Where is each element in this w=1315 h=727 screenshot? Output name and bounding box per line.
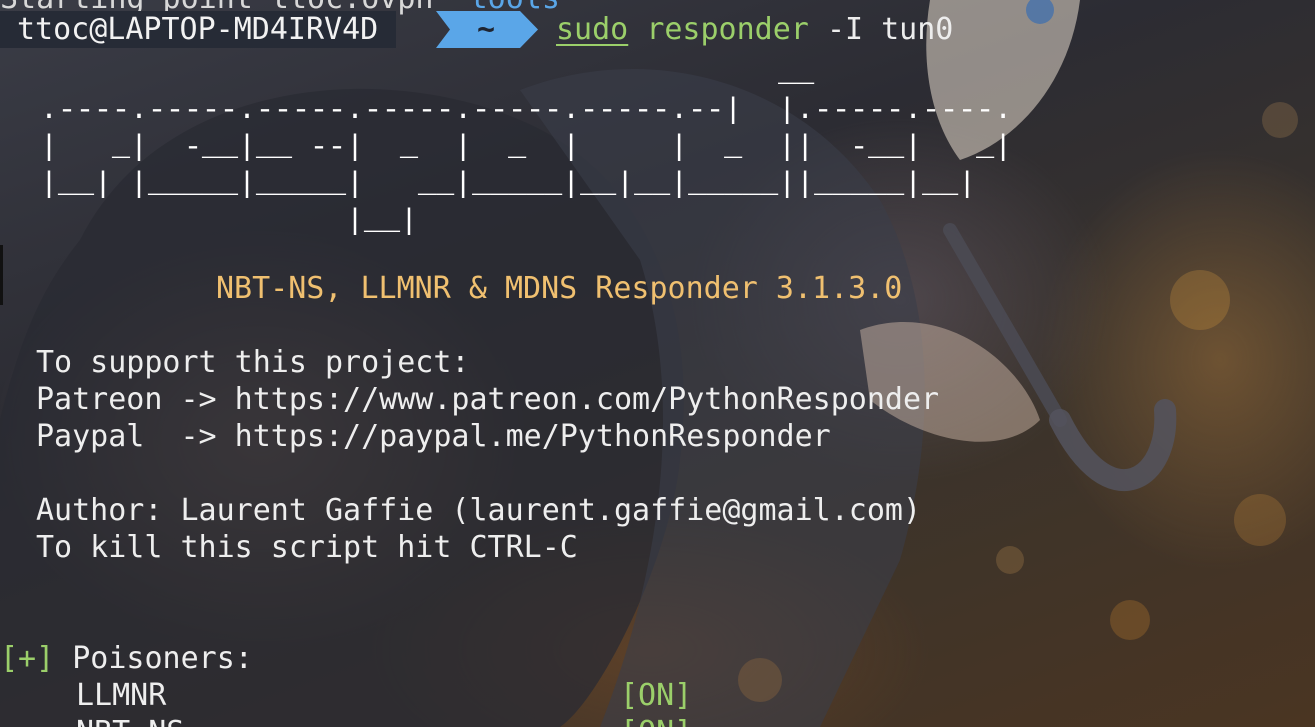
poisoner-status: [ON]: [620, 714, 692, 727]
poisoner-status: [ON]: [620, 678, 693, 713]
author-line: Author: Laurent Gaffie (laurent.gaffie@g…: [36, 493, 922, 528]
poisoner-name: LLMNR: [76, 678, 167, 713]
window-edge: [0, 245, 3, 305]
shell-prompt: ttoc@LAPTOP-MD4IRV4D ~ sudo responder -I…: [0, 11, 953, 48]
version-line: NBT-NS, LLMNR & MDNS Responder 3.1.3.0: [216, 271, 903, 306]
command-input[interactable]: sudo responder -I tun0: [556, 11, 953, 48]
patreon-line: Patreon -> https://www.patreon.com/Pytho…: [36, 382, 940, 417]
poisoners-heading: Poisoners:: [72, 641, 253, 676]
support-heading: To support this project:: [36, 345, 470, 380]
ascii-banner: __ .----.-----.-----.-----.-----.-----.-…: [40, 57, 1013, 239]
status-marker: [+]: [0, 641, 55, 676]
terminal-window[interactable]: Starting_point_ttoc.ovpn tools ttoc@LAPT…: [0, 0, 1315, 727]
prompt-directory: ~: [476, 12, 496, 47]
poisoner-name: NBT-NS: [76, 715, 184, 727]
poisoner-row: NBT-NS: [76, 714, 184, 727]
command-binary: responder: [646, 12, 809, 47]
kill-hint-line: To kill this script hit CTRL-C: [36, 530, 578, 565]
command-sudo: sudo: [556, 12, 629, 47]
paypal-line: Paypal -> https://paypal.me/PythonRespon…: [36, 419, 831, 454]
prompt-user-host: ttoc@LAPTOP-MD4IRV4D: [0, 11, 397, 48]
poisoners-heading-row: [+] Poisoners:: [0, 640, 253, 677]
poisoner-row: LLMNR: [76, 677, 166, 714]
command-arguments: -I tun0: [826, 12, 954, 47]
prompt-directory-segment: ~: [436, 11, 538, 48]
